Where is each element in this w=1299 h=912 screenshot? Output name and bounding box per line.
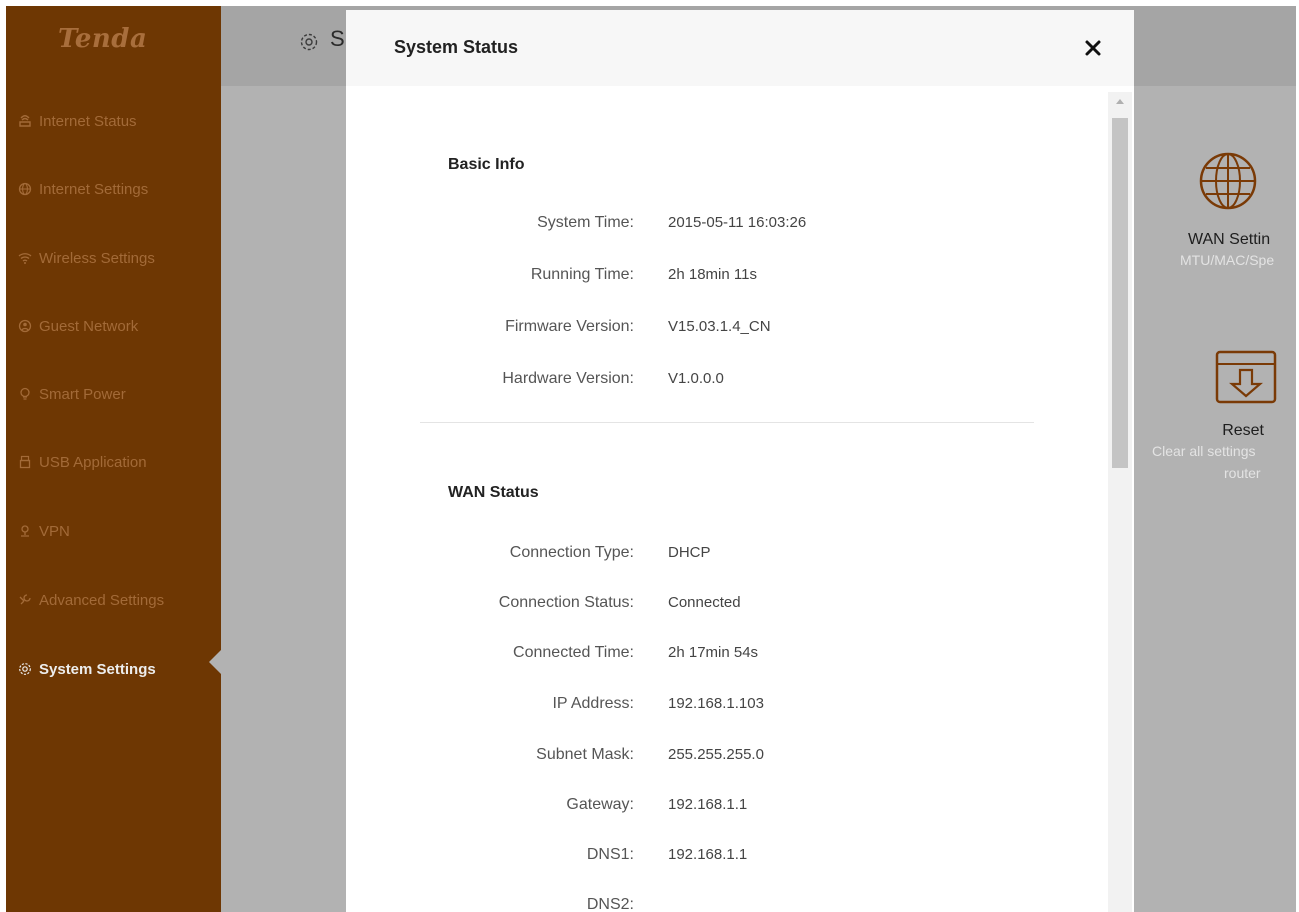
info-label: Subnet Mask:	[536, 746, 634, 763]
tile-subtitle: MTU/MAC/Spe	[1180, 252, 1275, 268]
info-label: IP Address:	[552, 695, 634, 712]
info-label: Hardware Version:	[502, 370, 634, 387]
tile-subtitle: Clear all settings	[1152, 443, 1256, 459]
sidebar-item-internet-settings[interactable]: Internet Settings	[6, 169, 221, 209]
sidebar-item-usb-application[interactable]: USB Application	[6, 442, 221, 482]
vpn-icon	[18, 524, 32, 538]
info-row: Running Time: 2h 18min 11s	[346, 266, 1046, 290]
info-value: 192.168.1.1	[668, 796, 748, 813]
scroll-thumb[interactable]	[1112, 118, 1128, 468]
sidebar-item-label: System Settings	[39, 660, 156, 678]
sidebar: Tenda Internet Status Internet Settings …	[6, 6, 221, 912]
sidebar-item-system-settings[interactable]: System Settings	[6, 649, 221, 689]
info-value: 2h 17min 54s	[668, 644, 759, 661]
info-label: Connection Status:	[498, 594, 634, 611]
sidebar-item-label: Internet Status	[39, 112, 137, 130]
info-value: 2015-05-11 16:03:26	[668, 214, 807, 231]
app-frame: Tenda Internet Status Internet Settings …	[6, 6, 1296, 912]
tile-subtitle-line2: router	[1224, 465, 1261, 481]
reset-icon	[1214, 344, 1278, 408]
info-value: 2h 18min 11s	[668, 266, 757, 283]
logo: Tenda	[58, 24, 148, 54]
info-value: 255.255.255.0	[668, 746, 764, 763]
wifi-icon	[18, 251, 32, 265]
sidebar-item-label: Guest Network	[39, 317, 139, 335]
info-value: V1.0.0.0	[668, 370, 724, 387]
info-row: DNS2:	[346, 896, 1046, 912]
sidebar-item-label: USB Application	[39, 453, 147, 471]
page-title: S	[330, 26, 345, 51]
section-divider	[420, 422, 1034, 423]
gear-icon	[18, 662, 32, 676]
info-row: System Time: 2015-05-11 16:03:26	[346, 214, 1046, 238]
info-label: System Time:	[537, 214, 634, 231]
wrench-icon	[18, 593, 32, 607]
scroll-up-arrow-icon[interactable]	[1116, 99, 1124, 104]
sidebar-item-wireless-settings[interactable]: Wireless Settings	[6, 238, 221, 278]
guest-network-icon	[18, 319, 32, 333]
info-label: Connection Type:	[509, 544, 634, 561]
info-row: Subnet Mask: 255.255.255.0	[346, 746, 1046, 770]
sidebar-item-label: Advanced Settings	[39, 591, 165, 609]
tile-title: Reset	[1222, 422, 1264, 439]
globe-icon	[1198, 151, 1258, 211]
modal-scrollbar[interactable]	[1108, 92, 1132, 912]
tile-title: WAN Settin	[1188, 231, 1271, 248]
section-title-basic-info: Basic Info	[448, 156, 525, 173]
info-row: Connection Type: DHCP	[346, 544, 1046, 568]
info-row: Gateway: 192.168.1.1	[346, 796, 1046, 820]
section-title-wan-status: WAN Status	[448, 484, 539, 501]
info-label: Running Time:	[530, 266, 634, 283]
gear-icon	[299, 32, 319, 52]
info-row: Connection Status: Connected	[346, 594, 1046, 618]
info-label: Connected Time:	[513, 644, 634, 661]
info-label: Firmware Version:	[505, 318, 634, 335]
info-value: DHCP	[668, 544, 711, 561]
tile-wan-settings[interactable]: WAN Settin MTU/MAC/Spe	[1174, 151, 1296, 271]
info-label: DNS2:	[586, 896, 634, 912]
sidebar-item-label: Smart Power	[39, 385, 126, 403]
sidebar-item-internet-status[interactable]: Internet Status	[6, 101, 221, 141]
info-value: V15.03.1.4_CN	[668, 318, 771, 335]
router-icon	[18, 114, 32, 128]
info-row: Hardware Version: V1.0.0.0	[346, 370, 1046, 394]
tile-reset[interactable]: Reset Clear all settings router	[1152, 344, 1292, 484]
sidebar-item-smart-power[interactable]: Smart Power	[6, 374, 221, 414]
modal-body: Basic Info System Time: 2015-05-11 16:03…	[346, 86, 1108, 912]
sidebar-item-vpn[interactable]: VPN	[6, 511, 221, 551]
globe-icon	[18, 182, 32, 196]
close-icon[interactable]	[1081, 36, 1105, 60]
modal-title: System Status	[394, 37, 519, 57]
info-value: 192.168.1.103	[668, 695, 764, 712]
info-row: DNS1: 192.168.1.1	[346, 846, 1046, 870]
sidebar-item-guest-network[interactable]: Guest Network	[6, 306, 221, 346]
usb-icon	[18, 455, 32, 469]
sidebar-item-label: VPN	[39, 522, 70, 540]
info-value: Connected	[668, 594, 741, 611]
info-row: IP Address: 192.168.1.103	[346, 695, 1046, 719]
info-row: Firmware Version: V15.03.1.4_CN	[346, 318, 1046, 342]
info-value: 192.168.1.1	[668, 846, 748, 863]
sidebar-item-advanced-settings[interactable]: Advanced Settings	[6, 580, 221, 620]
system-status-modal: System Status Basic Info System Time: 20…	[346, 10, 1134, 912]
info-label: DNS1:	[586, 846, 634, 863]
active-indicator	[209, 650, 221, 674]
info-label: Gateway:	[566, 796, 634, 813]
info-row: Connected Time: 2h 17min 54s	[346, 644, 1046, 668]
sidebar-item-label: Wireless Settings	[39, 249, 155, 267]
sidebar-item-label: Internet Settings	[39, 180, 149, 198]
modal-header: System Status	[346, 10, 1134, 86]
bulb-icon	[18, 387, 32, 401]
